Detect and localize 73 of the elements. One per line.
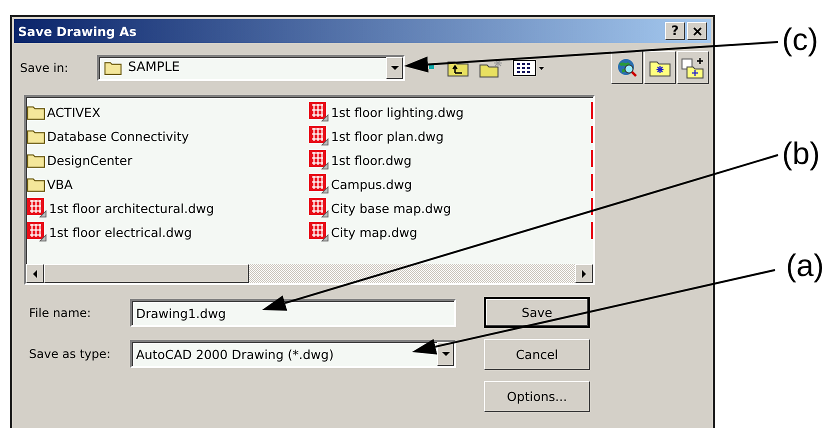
save-in-dropdown[interactable]: SAMPLE [97,54,405,80]
save-in-label: Save in: [20,60,70,74]
file-name: 1st floor lighting.dwg [331,104,464,120]
folder-icon [27,176,45,192]
close-icon [692,26,702,36]
file-item[interactable]: City base map.dwg [309,196,591,220]
folder-icon [27,128,45,144]
file-name: VBA [47,176,73,192]
view-menu-icon[interactable] [513,58,545,76]
file-name: 1st floor electrical.dwg [49,224,192,240]
save-as-type-label: Save as type: [29,347,112,361]
file-name: 1st floor architectural.dwg [49,200,214,216]
callout-label: (c) [782,22,818,58]
file-item[interactable]: 1st floor.dwg [309,148,591,172]
horizontal-scrollbar[interactable] [26,264,593,283]
file-name-label: File name: [29,306,92,320]
dropdown-arrow-icon [390,64,398,72]
file-name: 1st floor.dwg [331,152,412,168]
file-item[interactable]: City map.dwg [309,220,591,244]
callout-label: (b) [782,136,820,172]
folder-icon [103,60,123,75]
drawing-file-icon [309,222,329,242]
drawing-file-icon [27,222,47,242]
drawing-file-icon [309,126,329,146]
file-item[interactable]: 1st floor architectural.dwg [27,196,309,220]
scroll-left-button[interactable] [26,264,44,283]
search-web-button[interactable] [611,51,643,84]
drawing-file-icon [309,150,329,170]
help-button[interactable]: ? [665,22,685,40]
file-name: 1st floor plan.dwg [331,128,444,144]
scroll-right-button[interactable] [575,264,593,283]
folder-icon [27,152,45,168]
drawing-file-icon [309,198,329,218]
folder-star-icon [649,58,671,76]
file-item[interactable]: VBA [27,172,309,196]
dropdown-button[interactable] [386,56,403,78]
file-name: Campus.dwg [331,176,412,192]
folder-add-icon [681,56,705,78]
folder-icon [27,104,45,120]
file-name: DesignCenter [47,152,132,168]
callout-label: (a) [786,248,824,284]
file-name: ACTIVEX [47,104,100,120]
file-name: City map.dwg [331,224,418,240]
file-name-input[interactable]: Drawing1.dwg [136,306,454,320]
drawing-file-icon [27,198,47,218]
drawing-file-icon [309,174,329,194]
file-item[interactable]: Database Connectivity [27,124,309,148]
right-arrow-icon [580,270,588,278]
save-in-value: SAMPLE [128,60,181,75]
globe-search-icon [616,56,638,78]
dialog-button[interactable]: Save [484,297,590,328]
file-item[interactable]: 1st floor lighting.dwg [309,100,591,124]
file-type-dropdown[interactable]: AutoCAD 2000 Drawing (*.dwg) [130,340,456,368]
scrollbar-thumb[interactable] [44,264,249,283]
file-type-value: AutoCAD 2000 Drawing (*.dwg) [136,346,335,362]
file-item[interactable]: DesignCenter [27,148,309,172]
favorites-button[interactable] [644,51,676,84]
drawing-file-icon [309,102,329,122]
file-item[interactable]: 1st floor electrical.dwg [27,220,309,244]
left-arrow-icon [31,270,39,278]
file-item[interactable]: 1st floor plan.dwg [309,124,591,148]
dropdown-button[interactable] [437,342,454,366]
file-name: City base map.dwg [331,200,452,216]
window-title: Save Drawing As [18,24,137,38]
file-item[interactable]: Campus.dwg [309,172,591,196]
dialog-button[interactable]: Options... [484,381,590,412]
close-button[interactable] [687,22,707,40]
file-name-field[interactable]: Drawing1.dwg [130,299,456,327]
dialog-button[interactable]: Cancel [484,339,590,370]
dropdown-arrow-icon [442,350,450,358]
file-name: Database Connectivity [47,128,189,144]
add-favorite-button[interactable] [677,51,709,84]
file-item[interactable]: ACTIVEX [27,100,309,124]
